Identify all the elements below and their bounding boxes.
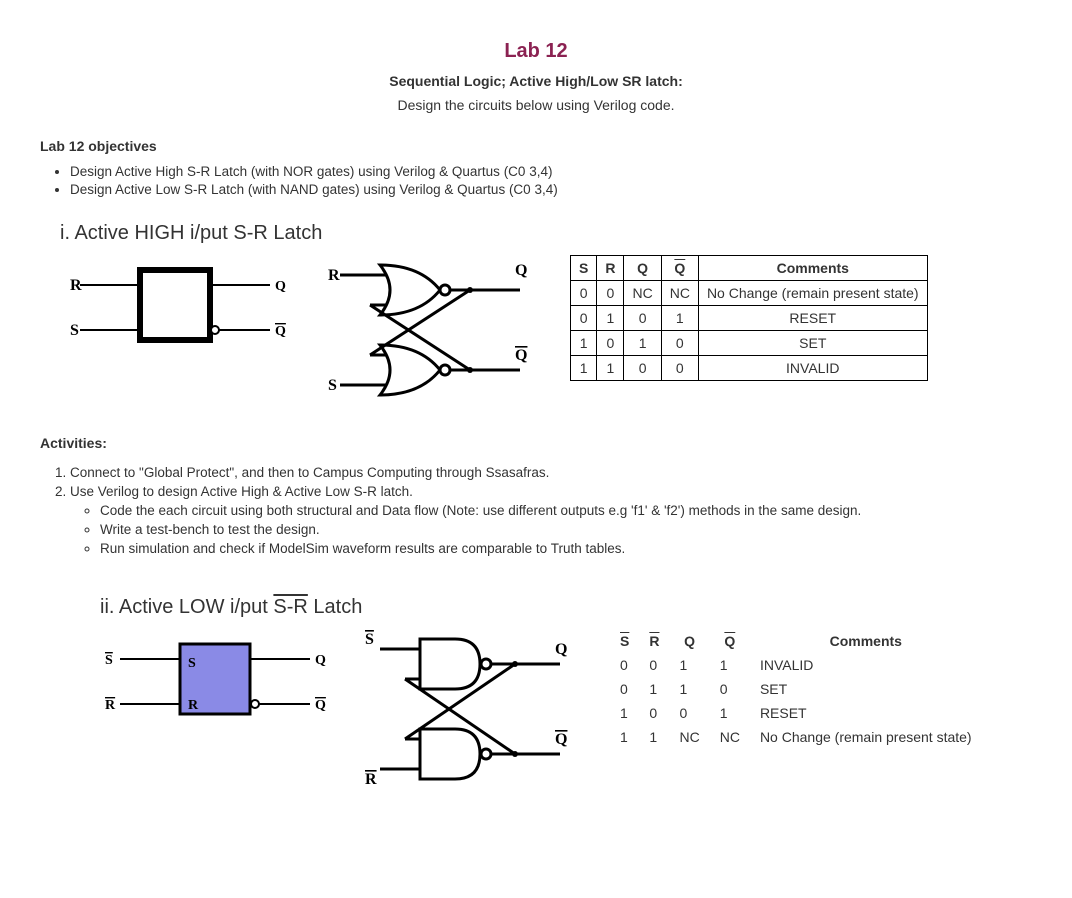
page-title: Lab 12 — [40, 40, 1032, 63]
svg-text:S: S — [188, 656, 196, 671]
objective-item: Design Active Low S-R Latch (with NAND g… — [70, 182, 1032, 197]
svg-text:S: S — [70, 322, 79, 339]
nand-gate-diagram: S Q R Q — [360, 629, 580, 789]
sub-item: Write a test-bench to test the design. — [100, 522, 1032, 537]
svg-text:R: R — [328, 267, 340, 284]
svg-text:S: S — [328, 377, 337, 394]
activity-item: Use Verilog to design Active High & Acti… — [70, 484, 1032, 556]
svg-text:Q: Q — [275, 324, 286, 339]
svg-text:Q: Q — [555, 641, 567, 658]
svg-text:Q: Q — [555, 731, 567, 748]
th: S — [610, 629, 639, 653]
section2-row: S S R R Q Q S Q R Q S — [100, 629, 1032, 789]
section2-title: ii. Active LOW i/put S-R Latch — [100, 596, 1032, 619]
svg-text:R: R — [365, 771, 377, 788]
th: Q — [661, 256, 698, 281]
section1-title: i. Active HIGH i/put S-R Latch — [60, 222, 1032, 245]
activities-heading: Activities: — [40, 435, 1032, 451]
svg-text:Q: Q — [515, 262, 527, 279]
activities-sublist: Code the each circuit using both structu… — [90, 503, 1032, 556]
svg-text:R: R — [70, 277, 82, 294]
svg-text:Q: Q — [515, 347, 527, 364]
activity-item: Connect to "Global Protect", and then to… — [70, 465, 1032, 480]
th: Q — [669, 629, 709, 653]
nor-gate-diagram: R Q S Q — [320, 255, 540, 405]
svg-text:S: S — [365, 631, 374, 648]
truth-table-low: S R Q Q Comments 0011INVALID 0110SET 100… — [610, 629, 982, 749]
svg-text:R: R — [105, 698, 116, 713]
sub-item: Run simulation and check if ModelSim wav… — [100, 541, 1032, 556]
svg-text:Q: Q — [315, 653, 326, 668]
th: Comments — [750, 629, 982, 653]
th: Q — [624, 256, 661, 281]
svg-text:S: S — [105, 653, 113, 668]
truth-table-high: S R Q Q Comments 00NCNCNo Change (remain… — [570, 255, 928, 381]
section1-row: R S Q Q R Q S Q S R Q — [60, 255, 1032, 405]
svg-text:Q: Q — [275, 279, 286, 294]
th: R — [597, 256, 624, 281]
th: R — [639, 629, 669, 653]
svg-text:R: R — [188, 698, 199, 713]
intro-text: Design the circuits below using Verilog … — [40, 97, 1032, 113]
th: Q — [710, 629, 750, 653]
block-diagram-high: R S Q Q — [60, 255, 290, 365]
objective-item: Design Active High S-R Latch (with NOR g… — [70, 164, 1032, 179]
subtitle: Sequential Logic; Active High/Low SR lat… — [40, 73, 1032, 89]
th: Comments — [698, 256, 927, 281]
activities-list: Connect to "Global Protect", and then to… — [50, 465, 1032, 556]
th: S — [571, 256, 597, 281]
svg-text:Q: Q — [315, 698, 326, 713]
objectives-heading: Lab 12 objectives — [40, 138, 1032, 154]
sub-item: Code the each circuit using both structu… — [100, 503, 1032, 518]
block-diagram-low: S S R R Q Q — [100, 629, 330, 739]
objectives-list: Design Active High S-R Latch (with NOR g… — [60, 164, 1032, 197]
